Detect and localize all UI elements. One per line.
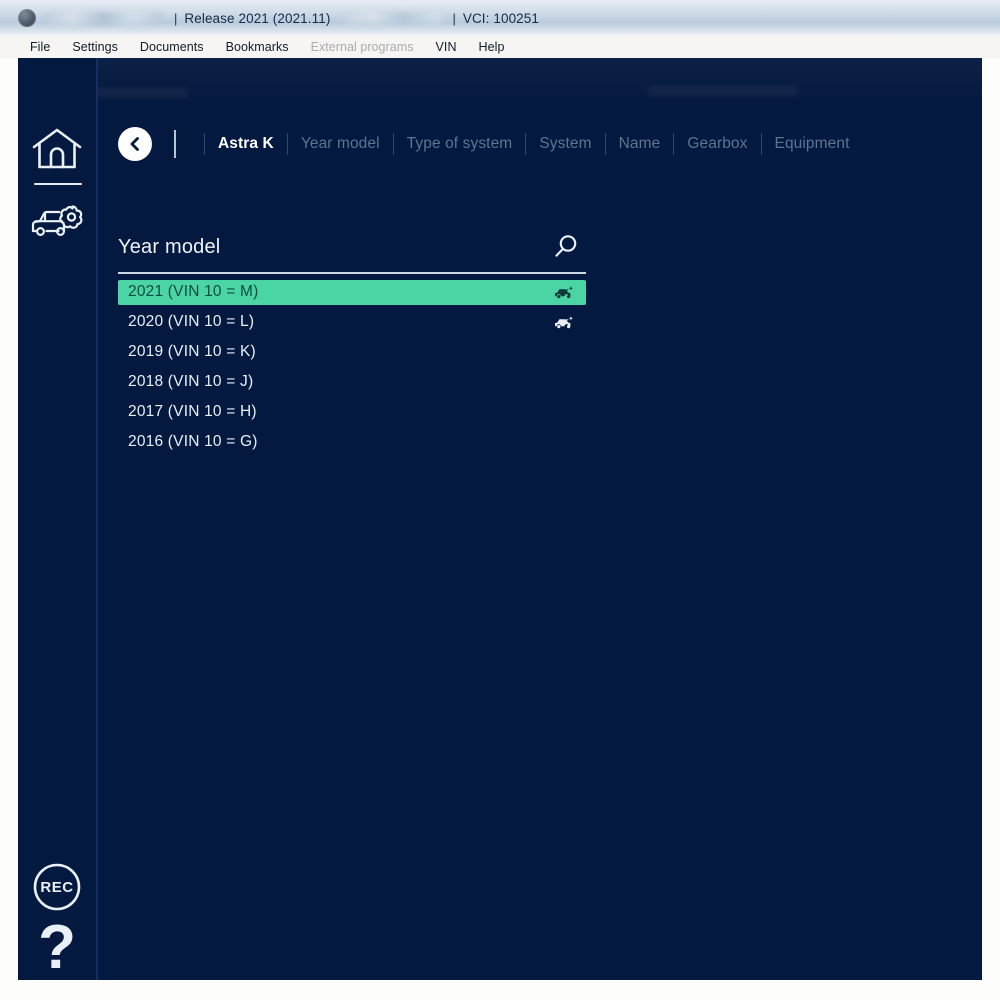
list-item-2019[interactable]: 2019 (VIN 10 = K) [118,340,586,365]
sidebar-divider [34,183,82,185]
list-item-2018[interactable]: 2018 (VIN 10 = J) [118,370,586,395]
title-separator-2: | [452,10,456,26]
breadcrumb-item-astra-k[interactable]: Astra K [205,135,287,153]
menu-bar: File Settings Documents Bookmarks Extern… [0,36,1000,58]
breadcrumb-item-year-model[interactable]: Year model [288,135,393,153]
main-content: Astra K Year model Type of system System… [98,58,982,980]
back-button[interactable] [118,127,152,161]
question-mark-icon: ? [38,913,76,980]
list-item-label: 2017 (VIN 10 = H) [128,403,257,420]
vci-label: VCI: 100251 [462,10,539,26]
list-item-label: 2018 (VIN 10 = J) [128,373,254,390]
home-icon [31,127,83,171]
title-separator-1: | [174,10,178,26]
application-body: REC ? Astra K Year model Type of system … [18,58,982,980]
list-header: Year model [118,226,586,268]
app-logo-icon [18,9,36,27]
list-item-label: 2020 (VIN 10 = L) [128,313,255,330]
breadcrumb: Astra K Year model Type of system System… [98,120,982,168]
sidebar-item-home[interactable] [18,120,96,178]
sidebar-item-vehicle[interactable] [18,193,96,251]
list-item-2017[interactable]: 2017 (VIN 10 = H) [118,400,586,425]
car-settings-icon [29,200,85,244]
menu-item-settings[interactable]: Settings [72,40,118,54]
list-item-icon-slot [552,433,574,451]
rec-label: REC [40,878,74,896]
app-name-redacted [44,11,162,25]
breadcrumb-item-name[interactable]: Name [606,135,674,153]
release-version-label: Release 2021 (2021.11) [184,10,331,26]
panel-title: Year model [118,235,221,258]
list-item-label: 2019 (VIN 10 = K) [128,343,256,360]
breadcrumb-item-equipment[interactable]: Equipment [762,135,863,153]
menu-item-documents[interactable]: Documents [140,40,204,54]
list-item-icon-slot [552,373,574,391]
list-item-2021[interactable]: 2021 (VIN 10 = M) [118,279,586,305]
breadcrumb-item-gearbox[interactable]: Gearbox [674,135,760,153]
search-button[interactable] [548,230,582,264]
sidebar: REC ? [18,58,98,980]
sidebar-item-record[interactable]: REC [18,858,96,916]
breadcrumb-item-type-of-system[interactable]: Type of system [394,135,526,153]
menu-item-file[interactable]: File [30,40,50,54]
application-window: | Release 2021 (2021.11) | VCI: 100251 F… [0,0,1000,1000]
menu-item-vin[interactable]: VIN [436,40,457,54]
breadcrumb-item-system[interactable]: System [526,135,604,153]
breadcrumb-trail: Astra K Year model Type of system System… [204,133,863,155]
list-item-icon-slot [552,343,574,361]
list-item-label: 2016 (VIN 10 = G) [128,433,258,450]
sidebar-item-help[interactable]: ? [18,913,96,980]
car-new-icon [552,313,574,331]
list-item-2020[interactable]: 2020 (VIN 10 = L) [118,310,586,335]
list-item-icon-slot [552,403,574,421]
car-new-icon [552,283,574,301]
list-item-label: 2021 (VIN 10 = M) [128,283,259,300]
title-bar: | Release 2021 (2021.11) | VCI: 100251 [0,0,1000,37]
list-item-2016[interactable]: 2016 (VIN 10 = G) [118,430,586,455]
menu-item-external-programs: External programs [310,40,414,54]
search-icon [551,233,579,261]
panel-rule [118,272,586,274]
chevron-left-icon [126,135,144,153]
year-model-panel: Year model 2021 (VIN 10 = M) 2020 (VIN 1… [118,226,586,460]
menu-item-bookmarks[interactable]: Bookmarks [226,40,289,54]
rec-icon: REC [31,861,83,913]
title-redacted-region [344,12,441,24]
menu-item-help[interactable]: Help [479,40,505,54]
breadcrumb-leading-divider [174,130,176,158]
